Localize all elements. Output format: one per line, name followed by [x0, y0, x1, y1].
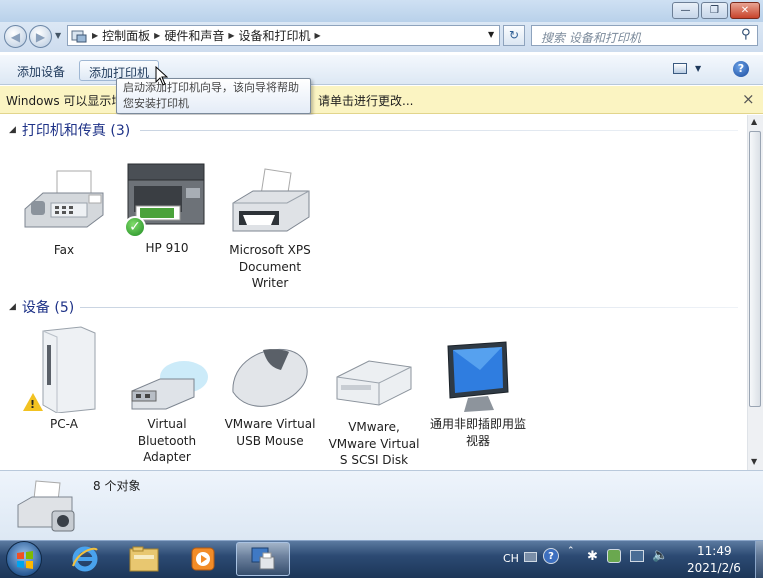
device-item-scsi-disk[interactable]: VMware, VMware Virtual S SCSI Disk: [324, 355, 424, 469]
back-arrow-icon: ◀: [10, 29, 21, 44]
computer-tower-icon: !: [19, 325, 109, 414]
group-divider: [80, 307, 738, 308]
refresh-button[interactable]: ↻: [503, 25, 525, 46]
info-bar[interactable]: Windows 可以显示增 请单击进行更改... ×: [0, 86, 763, 114]
fax-icon: [19, 165, 109, 237]
breadcrumb-hardware-sound[interactable]: 硬件和声音: [164, 27, 224, 44]
back-button[interactable]: ◀: [4, 25, 27, 48]
search-input[interactable]: 搜索 设备和打印机: [531, 25, 758, 46]
group-header-devices[interactable]: ◢ 设备 (5): [9, 298, 74, 316]
devices-printers-icon: [251, 547, 275, 570]
device-item-bluetooth-adapter[interactable]: Virtual Bluetooth Adapter: [117, 325, 217, 466]
window-title-bar: — ❐ ✕: [0, 0, 763, 22]
device-item-pc-a[interactable]: ! PC-A: [14, 325, 114, 433]
monitor-icon: [440, 340, 516, 413]
bluetooth-icon[interactable]: ✱: [587, 549, 598, 564]
device-label: PC-A: [50, 417, 78, 431]
view-dropdown-icon[interactable]: ▼: [695, 64, 701, 73]
minimize-button[interactable]: —: [672, 2, 699, 19]
add-device-button[interactable]: 添加设备: [8, 60, 74, 81]
internet-explorer-icon: [72, 546, 98, 572]
breadcrumb-separator-icon[interactable]: ▶: [154, 31, 160, 40]
breadcrumb-separator-icon[interactable]: ▶: [92, 31, 98, 40]
network-icon[interactable]: [630, 550, 644, 562]
object-count: 8 个对象: [93, 479, 141, 493]
info-bar-close-icon[interactable]: ×: [742, 90, 755, 108]
collapse-triangle-icon[interactable]: ◢: [9, 125, 16, 135]
group-title-devices: 设备 (5): [21, 300, 75, 316]
device-item-xps-writer[interactable]: Microsoft XPS Document Writer: [220, 165, 320, 292]
devices-printers-icon: [16, 477, 76, 536]
volume-icon[interactable]: 🔈: [652, 548, 668, 563]
multifunction-printer-icon: ✓: [120, 158, 214, 238]
taskbar-devices-printers[interactable]: [236, 542, 290, 576]
search-icon[interactable]: ⚲: [741, 27, 751, 42]
device-label: VMware, VMware Virtual S SCSI Disk: [328, 420, 420, 467]
info-bar-text-right: 请单击进行更改...: [318, 94, 414, 108]
folder-icon: [129, 546, 159, 572]
device-label: 通用非即插即用监视器: [429, 417, 526, 448]
group-title-printers: 打印机和传真 (3): [21, 123, 131, 139]
close-button[interactable]: ✕: [730, 2, 760, 19]
help-icon[interactable]: ?: [733, 61, 749, 77]
taskbar: [0, 540, 763, 578]
language-indicator[interactable]: CH: [503, 552, 519, 565]
control-panel-icon: [71, 28, 87, 47]
device-label: Microsoft XPS Document Writer: [229, 243, 311, 290]
command-bar: 添加设备 添加打印机 ▼ ?: [0, 55, 763, 85]
device-label: HP 910: [145, 241, 189, 255]
recent-pages-dropdown-icon[interactable]: ▼: [55, 31, 61, 40]
collapse-triangle-icon[interactable]: ◢: [9, 302, 16, 312]
taskbar-file-explorer[interactable]: [117, 542, 171, 576]
scroll-down-icon[interactable]: ▼: [751, 457, 757, 466]
details-pane: 8 个对象: [0, 470, 763, 540]
clock-date[interactable]: 2021/2/6: [687, 561, 741, 575]
device-item-fax[interactable]: Fax: [14, 165, 114, 259]
help-tray-icon[interactable]: ?: [543, 548, 559, 564]
change-view-icon[interactable]: [673, 63, 687, 74]
breadcrumb-control-panel[interactable]: 控制面板: [102, 27, 150, 44]
address-bar[interactable]: ▶ 控制面板 ▶ 硬件和声音 ▶ 设备和打印机 ▶ ▼: [67, 25, 500, 46]
mouse-icon: [223, 340, 317, 413]
info-bar-text-left: Windows 可以显示增: [6, 94, 124, 108]
clock-time[interactable]: 11:49: [697, 544, 732, 558]
mouse-cursor-icon: [155, 65, 169, 89]
group-header-printers[interactable]: ◢ 打印机和传真 (3): [9, 121, 130, 139]
device-label: Virtual Bluetooth Adapter: [137, 417, 197, 464]
usb-bluetooth-icon: [122, 325, 212, 413]
add-printer-tooltip: 启动添加打印机向导，该向导将帮助您安装打印机: [116, 78, 311, 114]
device-item-hp-910[interactable]: ✓ HP 910: [117, 158, 217, 257]
keyboard-icon[interactable]: [524, 552, 537, 562]
windows-logo-icon: [17, 551, 33, 569]
address-dropdown-icon[interactable]: ▼: [488, 30, 494, 39]
breadcrumb-separator-icon[interactable]: ▶: [315, 31, 321, 40]
device-item-monitor[interactable]: 通用非即插即用监视器: [428, 340, 528, 449]
start-button[interactable]: [6, 541, 42, 577]
breadcrumb-devices-printers[interactable]: 设备和打印机: [239, 27, 311, 44]
disk-drive-icon: [329, 355, 419, 413]
safely-remove-hardware-icon[interactable]: [607, 549, 621, 563]
device-item-usb-mouse[interactable]: VMware Virtual USB Mouse: [220, 340, 320, 449]
show-desktop-button[interactable]: [755, 541, 763, 578]
show-hidden-icons-icon[interactable]: ⌃: [567, 546, 575, 556]
device-label: Fax: [53, 243, 75, 257]
forward-button[interactable]: ▶: [29, 25, 52, 48]
maximize-button[interactable]: ❐: [701, 2, 728, 19]
taskbar-media-player[interactable]: [176, 542, 230, 576]
default-printer-check-icon: ✓: [124, 216, 146, 238]
device-label: VMware Virtual USB Mouse: [224, 417, 316, 448]
printer-icon: [225, 165, 315, 237]
refresh-icon: ↻: [508, 28, 520, 42]
taskbar-internet-explorer[interactable]: [58, 542, 112, 576]
scrollbar-thumb[interactable]: [749, 131, 761, 407]
scroll-up-icon[interactable]: ▲: [751, 117, 757, 126]
group-divider: [140, 130, 738, 131]
breadcrumb-separator-icon[interactable]: ▶: [228, 31, 234, 40]
forward-arrow-icon: ▶: [35, 29, 46, 44]
media-player-icon: [191, 547, 215, 571]
